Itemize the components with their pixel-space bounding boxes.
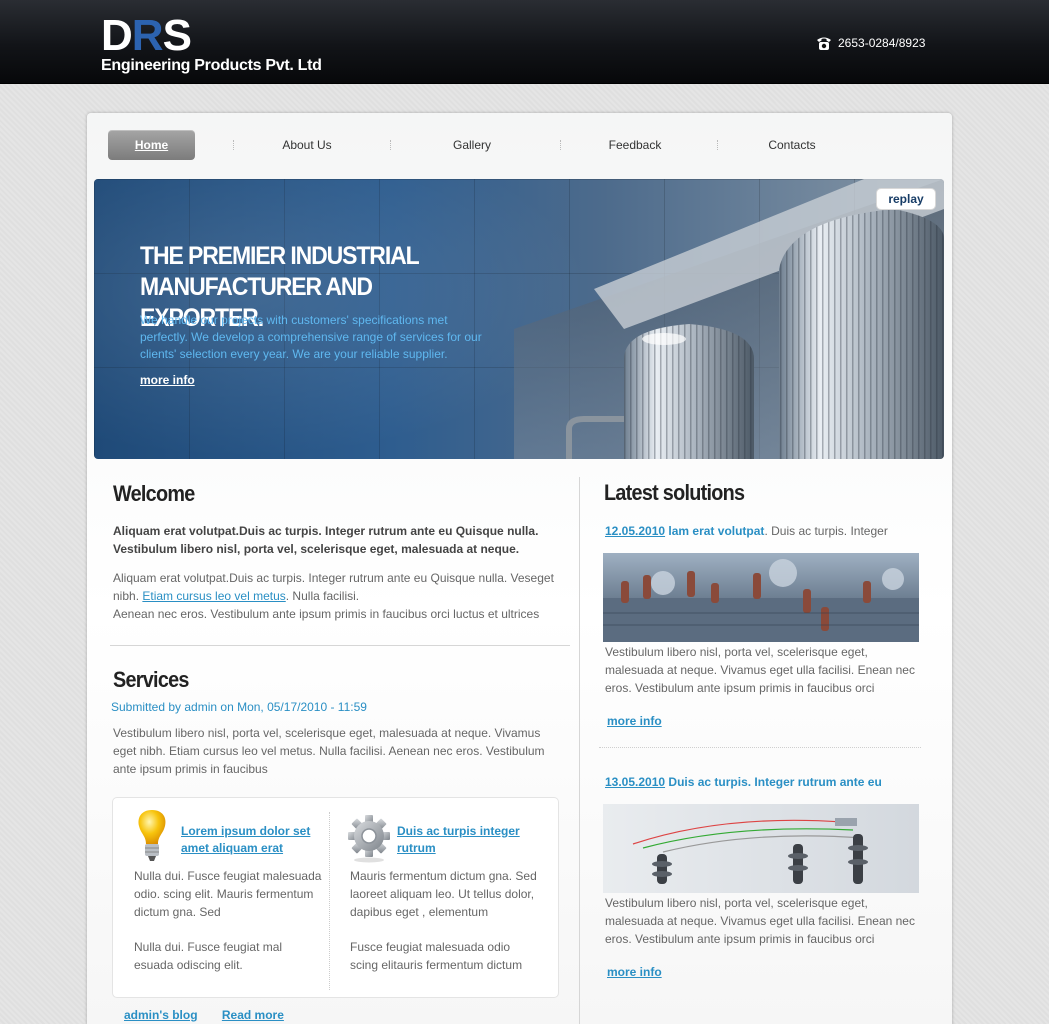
nav-about-us[interactable]: About Us [267, 130, 347, 160]
main-nav: Home About Us Gallery Feedback Contacts [87, 113, 952, 179]
column-divider [579, 477, 580, 1024]
services-feature-box: Lorem ipsum dolor set amet aliquam erat … [112, 797, 559, 998]
services-body-text: Vestibulum libero nisl, porta vel, scele… [113, 726, 545, 776]
solution-1-header: 12.05.2010 lam erat volutpat. Duis ac tu… [605, 524, 888, 538]
welcome-heading: Welcome [113, 481, 195, 506]
solution-1-date-link[interactable]: 12.05.2010 [605, 524, 665, 538]
insulators-image [603, 804, 919, 893]
site-header: DRS Engineering Products Pvt. Ltd 2653-0… [0, 0, 1049, 84]
transformers-factory-image [603, 553, 919, 642]
gear-icon [348, 815, 390, 863]
feature-1-text: Nulla dui. Fusce feugiat malesuada odio.… [134, 869, 322, 919]
feature-2-text: Mauris fermentum dictum gna. Sed laoreet… [350, 869, 537, 919]
feature-2-title[interactable]: Duis ac turpis integer rutrum [397, 823, 537, 857]
logo[interactable]: DRS Engineering Products Pvt. Ltd [101, 11, 322, 75]
banner-description: We handle our projects with customers' s… [140, 313, 482, 361]
solution-2-title[interactable]: Duis ac turpis. Integer rutrum ante eu [665, 775, 881, 789]
nav-gallery[interactable]: Gallery [432, 130, 512, 160]
nav-home[interactable]: Home [108, 130, 195, 160]
logo-mark: DRS [101, 11, 192, 60]
nav-divider [717, 140, 718, 150]
hero-banner: THE PREMIER INDUSTRIAL MANUFACTURER AND … [94, 179, 944, 459]
feature-1-text-2: Nulla dui. Fusce feugiat mal esuada odis… [134, 940, 283, 972]
admins-blog-link[interactable]: admin's blog [124, 1008, 198, 1022]
content-panel: Home About Us Gallery Feedback Contacts [87, 113, 952, 1024]
solution-2-date-link[interactable]: 13.05.2010 [605, 775, 665, 789]
solution-1-title[interactable]: lam erat volutpat [668, 524, 764, 538]
lightbulb-icon [138, 810, 166, 861]
solution-2-header: 13.05.2010 Duis ac turpis. Integer rutru… [605, 775, 882, 789]
logo-tagline: Engineering Products Pvt. Ltd [101, 57, 322, 74]
feature-2-text-2: Fusce feugiat malesuada odio scing elita… [350, 940, 523, 972]
phone-number: 2653-0284/8923 [838, 36, 926, 50]
welcome-inline-link[interactable]: Etiam cursus leo vel metus [142, 589, 285, 603]
replay-button[interactable]: replay [876, 188, 936, 210]
feature-1-title[interactable]: Lorem ipsum dolor set amet aliquam erat [181, 823, 321, 857]
phone-contact: 2653-0284/8923 [815, 34, 925, 52]
welcome-lead-text: Aliquam erat volutpat.Duis ac turpis. In… [113, 524, 539, 556]
nav-contacts[interactable]: Contacts [752, 130, 832, 160]
solution-1-text: Vestibulum libero nisl, porta vel, scele… [605, 645, 915, 695]
solution-2-more-info-link[interactable]: more info [607, 965, 662, 979]
welcome-body-text: Aliquam erat volutpat.Duis ac turpis. In… [113, 569, 568, 623]
services-footer-links: admin's blog Read more [124, 1008, 305, 1022]
nav-divider [560, 140, 561, 150]
feature-divider [329, 812, 330, 990]
welcome-body-line-2: Aenean nec eros. Vestibulum ante ipsum p… [113, 607, 540, 621]
telephone-icon [817, 37, 831, 50]
industrial-silos-image [514, 179, 944, 459]
read-more-link[interactable]: Read more [222, 1008, 284, 1022]
banner-more-info-link[interactable]: more info [140, 373, 195, 387]
welcome-body-end: . Nulla facilisi. [285, 589, 360, 603]
nav-feedback[interactable]: Feedback [595, 130, 675, 160]
section-divider [110, 645, 570, 646]
solution-1-title-rest: . Duis ac turpis. Integer [764, 524, 888, 538]
headline-line-1: THE PREMIER INDUSTRIAL [140, 242, 420, 270]
services-heading: Services [113, 667, 189, 692]
services-submitted-meta: Submitted by admin on Mon, 05/17/2010 - … [111, 700, 367, 714]
latest-solutions-heading: Latest solutions [604, 480, 745, 505]
nav-divider [233, 140, 234, 150]
solution-1-more-info-link[interactable]: more info [607, 714, 662, 728]
solution-2-text: Vestibulum libero nisl, porta vel, scele… [605, 896, 915, 946]
nav-divider [390, 140, 391, 150]
solutions-divider [599, 747, 921, 748]
